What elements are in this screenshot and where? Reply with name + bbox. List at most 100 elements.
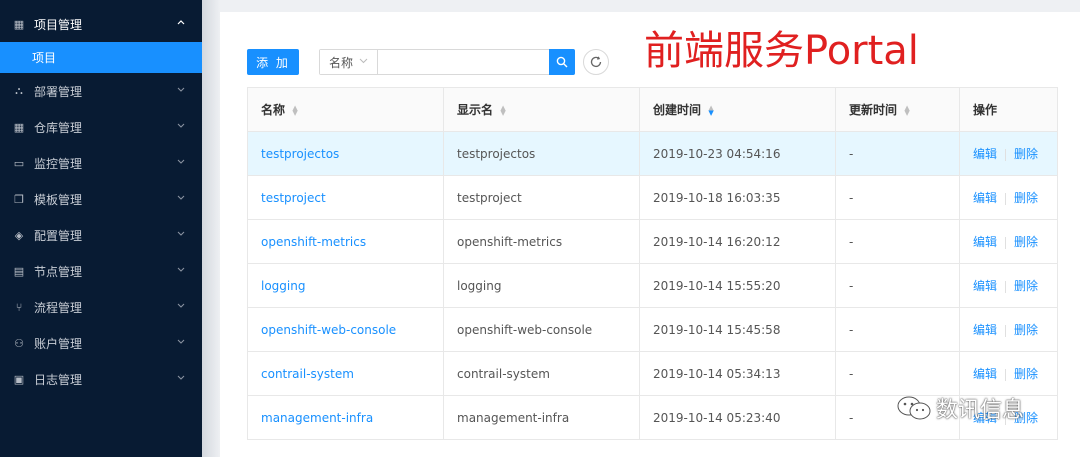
cell-updated: -	[835, 263, 960, 308]
cell-created: 2019-10-14 05:34:13	[639, 351, 836, 396]
refresh-button[interactable]	[583, 49, 609, 75]
delete-link[interactable]: 删除	[1014, 323, 1038, 337]
user-icon: ⚇	[14, 336, 24, 350]
header-created[interactable]: 创建时间 ▲ ▼	[639, 87, 836, 132]
sidebar: ▦ 项目管理 项目 ⛬ 部署管理 ▦ 仓库管理 ▭ 监控管理 ❐ 模板管理 ◈ 配置管理 ▤ 节点管理 ⑂ 流程…	[0, 0, 202, 457]
cell-name[interactable]: contrail-system	[247, 351, 444, 396]
node-icon: ▤	[13, 264, 25, 278]
cell-updated: -	[835, 307, 960, 352]
edit-link[interactable]: 编辑	[973, 235, 997, 249]
portal-title: 前端服务Portal	[644, 28, 919, 74]
cell-actions: 编辑 删除	[959, 131, 1058, 176]
cell-display-name: testproject	[443, 175, 640, 220]
chevron-down-icon	[176, 264, 186, 274]
edit-link[interactable]: 编辑	[973, 367, 997, 381]
sidebar-item-label: 流程管理	[34, 300, 83, 315]
sidebar-item-2[interactable]: ▦ 仓库管理	[0, 109, 202, 145]
header-name[interactable]: 名称 ▲ ▼	[247, 87, 444, 132]
sidebar-item-9[interactable]: ▣ 日志管理	[0, 361, 202, 397]
table-icon: ▦	[13, 120, 25, 134]
sidebar-item-0[interactable]: ▦ 项目管理	[0, 6, 202, 42]
edit-link[interactable]: 编辑	[973, 323, 997, 337]
delete-link[interactable]: 删除	[1014, 367, 1038, 381]
monitor-icon: ▭	[13, 156, 25, 170]
project-table: 名称 ▲ ▼ 显示名 ▲ ▼ 创建时间 ▲ ▼ 更新时间 ▲ ▼ 操作 testprojecto…	[247, 87, 1058, 440]
table-row[interactable]: openshift-metrics openshift-metrics 2019-1…	[247, 219, 1058, 264]
cell-name[interactable]: testprojectos	[247, 131, 444, 176]
table-row[interactable]: logging logging 2019-10-14 15:55:20- 编辑 删除	[247, 263, 1058, 308]
cell-updated: -	[835, 351, 960, 396]
sidebar-item-1[interactable]: ⛬ 部署管理	[0, 73, 202, 109]
project-link[interactable]: logging	[261, 279, 305, 293]
action-divider	[1005, 148, 1007, 161]
cell-created: 2019-10-14 16:20:12	[639, 219, 836, 264]
delete-link[interactable]: 删除	[1014, 235, 1038, 249]
table-row[interactable]: testprojectos testprojectos 2019-10-23 04:…	[247, 131, 1058, 176]
toolbar: 添 加 名称	[247, 48, 609, 76]
template-icon: ❐	[14, 192, 24, 206]
delete-link[interactable]: 删除	[1014, 147, 1038, 161]
project-link[interactable]: testproject	[261, 191, 326, 205]
sidebar-item-8[interactable]: ⚇ 账户管理	[0, 325, 202, 361]
project-link[interactable]: openshift-web-console	[261, 323, 396, 337]
cell-name[interactable]: openshift-web-console	[247, 307, 444, 352]
search-icon	[556, 56, 568, 68]
sort-icon: ▲ ▼	[500, 103, 506, 117]
delete-link[interactable]: 删除	[1014, 279, 1038, 293]
chevron-down-icon	[176, 120, 186, 130]
header-updated[interactable]: 更新时间 ▲ ▼	[835, 87, 960, 132]
header-display-name[interactable]: 显示名 ▲ ▼	[443, 87, 640, 132]
cell-updated: -	[835, 175, 960, 220]
edit-link[interactable]: 编辑	[973, 147, 997, 161]
watermark: 数讯信息	[896, 392, 1024, 424]
action-divider	[1005, 324, 1007, 337]
sidebar-item-label: 模板管理	[34, 192, 83, 207]
cell-created: 2019-10-14 05:23:40	[639, 395, 836, 440]
cell-display-name: management-infra	[443, 395, 640, 440]
delete-link[interactable]: 删除	[1014, 191, 1038, 205]
project-link[interactable]: testprojectos	[261, 147, 339, 161]
edit-link[interactable]: 编辑	[973, 191, 997, 205]
table-row[interactable]: openshift-web-console openshift-web-conso…	[247, 307, 1058, 352]
cell-created: 2019-10-23 04:54:16	[639, 131, 836, 176]
sidebar-item-4[interactable]: ❐ 模板管理	[0, 181, 202, 217]
project-link[interactable]: openshift-metrics	[261, 235, 366, 249]
sidebar-item-label: 日志管理	[34, 372, 83, 387]
cell-actions: 编辑 删除	[959, 219, 1058, 264]
chevron-down-icon	[359, 57, 368, 67]
cell-name[interactable]: testproject	[247, 175, 444, 220]
search-field-select[interactable]: 名称	[320, 50, 378, 74]
search-input[interactable]	[378, 50, 549, 74]
search-button[interactable]	[549, 49, 575, 75]
cell-actions: 编辑 删除	[959, 307, 1058, 352]
cell-name[interactable]: management-infra	[247, 395, 444, 440]
cell-created: 2019-10-14 15:45:58	[639, 307, 836, 352]
add-button[interactable]: 添 加	[247, 49, 299, 75]
table-row[interactable]: testproject testproject 2019-10-18 16:03:3…	[247, 175, 1058, 220]
sidebar-item-label: 配置管理	[34, 228, 83, 243]
cell-actions: 编辑 删除	[959, 351, 1058, 396]
project-link[interactable]: management-infra	[261, 411, 373, 425]
main-content: 添 加 名称 前端服务Portal 名称 ▲ ▼ 显示名 ▲ ▼ 创建时间 ▲ …	[220, 12, 1080, 457]
wechat-icon	[896, 394, 932, 422]
search-field-label: 名称	[328, 55, 353, 70]
cell-created: 2019-10-14 15:55:20	[639, 263, 836, 308]
sidebar-item-label: 监控管理	[34, 156, 83, 171]
tag-icon: ◈	[14, 228, 24, 242]
sidebar-item-7[interactable]: ⑂ 流程管理	[0, 289, 202, 325]
sidebar-item-6[interactable]: ▤ 节点管理	[0, 253, 202, 289]
sidebar-item-5[interactable]: ◈ 配置管理	[0, 217, 202, 253]
flow-icon: ⑂	[15, 300, 23, 314]
cell-display-name: logging	[443, 263, 640, 308]
table-row[interactable]: contrail-system contrail-system 2019-10-14…	[247, 351, 1058, 396]
action-divider	[1005, 192, 1007, 205]
cell-name[interactable]: openshift-metrics	[247, 219, 444, 264]
sidebar-divider	[202, 0, 220, 457]
cell-name[interactable]: logging	[247, 263, 444, 308]
edit-link[interactable]: 编辑	[973, 279, 997, 293]
project-link[interactable]: contrail-system	[261, 367, 354, 381]
sidebar-subitem-projects[interactable]: 项目	[0, 42, 202, 73]
cell-display-name: testprojectos	[443, 131, 640, 176]
sidebar-item-3[interactable]: ▭ 监控管理	[0, 145, 202, 181]
watermark-text: 数讯信息	[936, 398, 1025, 423]
